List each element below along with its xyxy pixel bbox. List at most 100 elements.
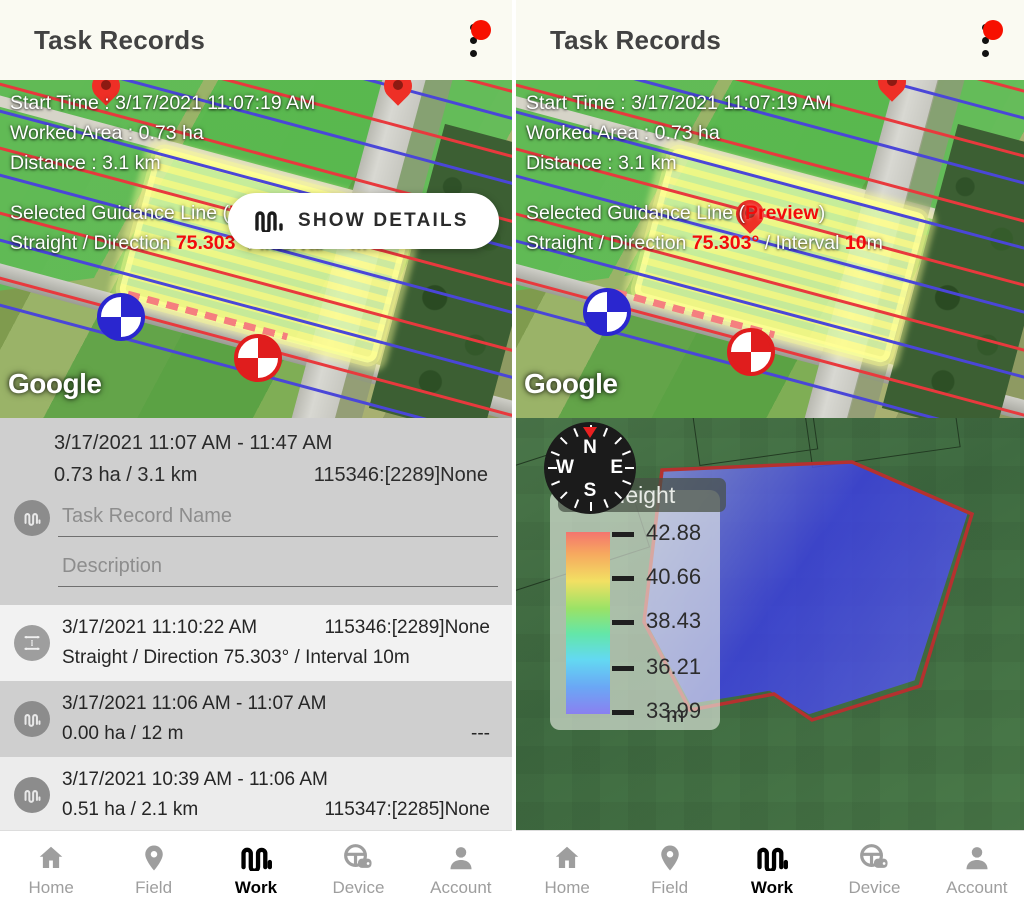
guidance-unit: m	[866, 232, 883, 254]
distance-value: 3.1 km	[618, 152, 677, 174]
serpentine-path-icon	[14, 500, 50, 536]
nav-item-label: Work	[750, 878, 794, 897]
nav-item-home[interactable]: Home	[516, 831, 618, 910]
worked-area-label: Worked Area :	[10, 122, 139, 144]
person-icon	[446, 843, 476, 873]
list-item-text: 3/17/2021 11:10:22 AM 115346:[2289]None …	[62, 617, 498, 669]
start-point-marker[interactable]	[583, 288, 631, 336]
list-item[interactable]: 3/17/2021 11:06 AM - 11:07 AM 0.00 ha / …	[0, 681, 512, 757]
task-record-list[interactable]: 3/17/2021 11:07 AM - 11:47 AM 0.73 ha / …	[0, 418, 512, 830]
nav-item-account[interactable]: Account	[926, 831, 1024, 910]
worked-area-value: 0.73 ha	[654, 122, 720, 144]
list-item[interactable]: 3/17/2021 10:39 AM - 11:06 AM 0.51 ha / …	[0, 757, 512, 830]
list-item-primary: 3/17/2021 11:10:22 AM	[62, 617, 258, 638]
list-item-line1: 3/17/2021 11:10:22 AM 115346:[2289]None	[62, 617, 498, 639]
guidance-detail-row: Straight / Direction 75.303° / Interval …	[526, 228, 1016, 258]
nav-item-label: Device	[332, 878, 385, 897]
list-item[interactable]: 3/17/2021 11:10:22 AM 115346:[2289]None …	[0, 605, 512, 681]
distance-row: Distance : 3.1 km	[526, 148, 1016, 178]
show-details-button[interactable]: SHOW DETAILS	[228, 193, 499, 249]
page-title: Task Records	[550, 24, 721, 55]
start-time-label: Start Time :	[10, 92, 116, 114]
guidance-mid: / Interval	[759, 232, 845, 254]
list-item-text: 3/17/2021 10:39 AM - 11:06 AM 0.51 ha / …	[62, 769, 498, 821]
start-point-marker[interactable]	[97, 293, 145, 341]
kebab-dot	[469, 49, 477, 57]
map-pin-icon	[139, 843, 169, 873]
start-time-label: Start Time :	[526, 92, 632, 114]
legend-unit-label: m	[666, 702, 685, 727]
worked-area-row: Worked Area : 0.73 ha	[526, 118, 1016, 148]
nav-item-label: Device	[848, 878, 901, 897]
home-icon	[36, 843, 66, 873]
start-time-value: 3/17/2021 11:07:19 AM	[115, 92, 316, 114]
map-info-overlay: Start Time : 3/17/2021 11:07:19 AM Worke…	[526, 88, 1016, 258]
summary-identifier: 115346:[2289]None	[313, 464, 488, 486]
compass-rose-icon: N E S W	[544, 422, 636, 514]
task-record-name-field[interactable]: Task Record Name	[14, 499, 498, 537]
overflow-menu-button[interactable]	[456, 18, 491, 62]
overflow-menu-button[interactable]	[968, 18, 1003, 62]
description-field[interactable]: Description	[58, 549, 498, 587]
serpentine-path-icon	[14, 777, 50, 813]
summary-metrics: 0.73 ha / 3.1 km	[54, 464, 198, 486]
end-point-marker[interactable]	[727, 328, 775, 376]
compass-north-label: N	[583, 437, 597, 458]
nav-item-device[interactable]: Device	[307, 831, 409, 910]
app-bar: Task Records	[0, 0, 512, 80]
guidance-direction: 75.303°	[691, 232, 760, 254]
list-item-line2: Straight / Direction 75.303° / Interval …	[62, 647, 498, 669]
list-item-line2: 0.51 ha / 2.1 km 115347:[2285]None	[62, 799, 498, 821]
list-item-trailing: ---	[471, 723, 490, 744]
guidance-type: Straight / Direction	[526, 232, 692, 254]
end-point-marker[interactable]	[234, 334, 282, 382]
guidance-line-icon	[14, 625, 50, 661]
overlay-gap	[526, 178, 1016, 198]
page-title: Task Records	[34, 24, 205, 55]
legend-tick-label: 36.21	[646, 654, 702, 679]
compass-south-label: S	[583, 480, 597, 501]
height-legend: Height 42.88 40.66 38.43 36.21 33.99 m	[550, 478, 726, 730]
distance-row: Distance : 3.1 km	[10, 148, 504, 178]
app-bar: Task Records	[516, 0, 1024, 80]
map-view[interactable]: Start Time : 3/17/2021 11:07:19 AM Worke…	[0, 80, 512, 418]
nav-item-work[interactable]: Work	[205, 831, 307, 910]
start-time-row: Start Time : 3/17/2021 11:07:19 AM	[10, 88, 504, 118]
list-item-primary: 3/17/2021 11:06 AM - 11:07 AM	[62, 693, 327, 714]
nav-item-home[interactable]: Home	[0, 831, 102, 910]
guidance-preview-badge: Preview	[744, 202, 819, 224]
serpentine-path-icon	[755, 843, 789, 873]
nav-item-device[interactable]: Device	[823, 831, 925, 910]
bottom-navigation[interactable]: Home Field Work Device Account	[0, 830, 512, 910]
bottom-navigation[interactable]: Home Field Work Device Account	[516, 830, 1024, 910]
google-attribution: Google	[8, 368, 102, 399]
list-item-secondary: 0.00 ha / 12 m	[62, 723, 184, 744]
height-map-view[interactable]: N E S W Height 42.88 40.66 38.43 36.21 3…	[516, 418, 1024, 830]
legend-tick-label: 38.43	[646, 608, 702, 633]
distance-label: Distance :	[10, 152, 103, 174]
steering-wheel-icon	[342, 843, 374, 873]
worked-area-row: Worked Area : 0.73 ha	[10, 118, 504, 148]
guidance-prefix: Selected Guidance Line (	[10, 202, 229, 224]
list-item-primary: 3/17/2021 10:39 AM - 11:06 AM	[62, 769, 328, 790]
task-record-name-input[interactable]: Task Record Name	[58, 499, 498, 537]
guidance-header-row: Selected Guidance Line (Preview)	[526, 198, 1016, 228]
notification-badge-icon	[983, 20, 1003, 40]
map-view[interactable]: Start Time : 3/17/2021 11:07:19 AM Worke…	[516, 80, 1024, 418]
guidance-type: Straight / Direction	[10, 232, 176, 254]
nav-item-account[interactable]: Account	[410, 831, 512, 910]
serpentine-path-icon	[14, 701, 50, 737]
nav-item-label: Field	[135, 878, 173, 897]
colorbar-tick	[612, 620, 634, 625]
start-time-row: Start Time : 3/17/2021 11:07:19 AM	[526, 88, 1016, 118]
nav-item-field[interactable]: Field	[102, 831, 204, 910]
list-item-secondary: 0.51 ha / 2.1 km	[62, 799, 199, 820]
description-input[interactable]: Description	[58, 549, 498, 587]
serpentine-path-icon	[255, 211, 283, 232]
rainbow-colorbar-icon	[566, 532, 610, 714]
colorbar-tick	[612, 710, 634, 715]
worked-area-label: Worked Area :	[526, 122, 655, 144]
nav-item-work[interactable]: Work	[721, 831, 823, 910]
nav-item-field[interactable]: Field	[618, 831, 720, 910]
legend-tick-label: 42.88	[646, 520, 702, 545]
